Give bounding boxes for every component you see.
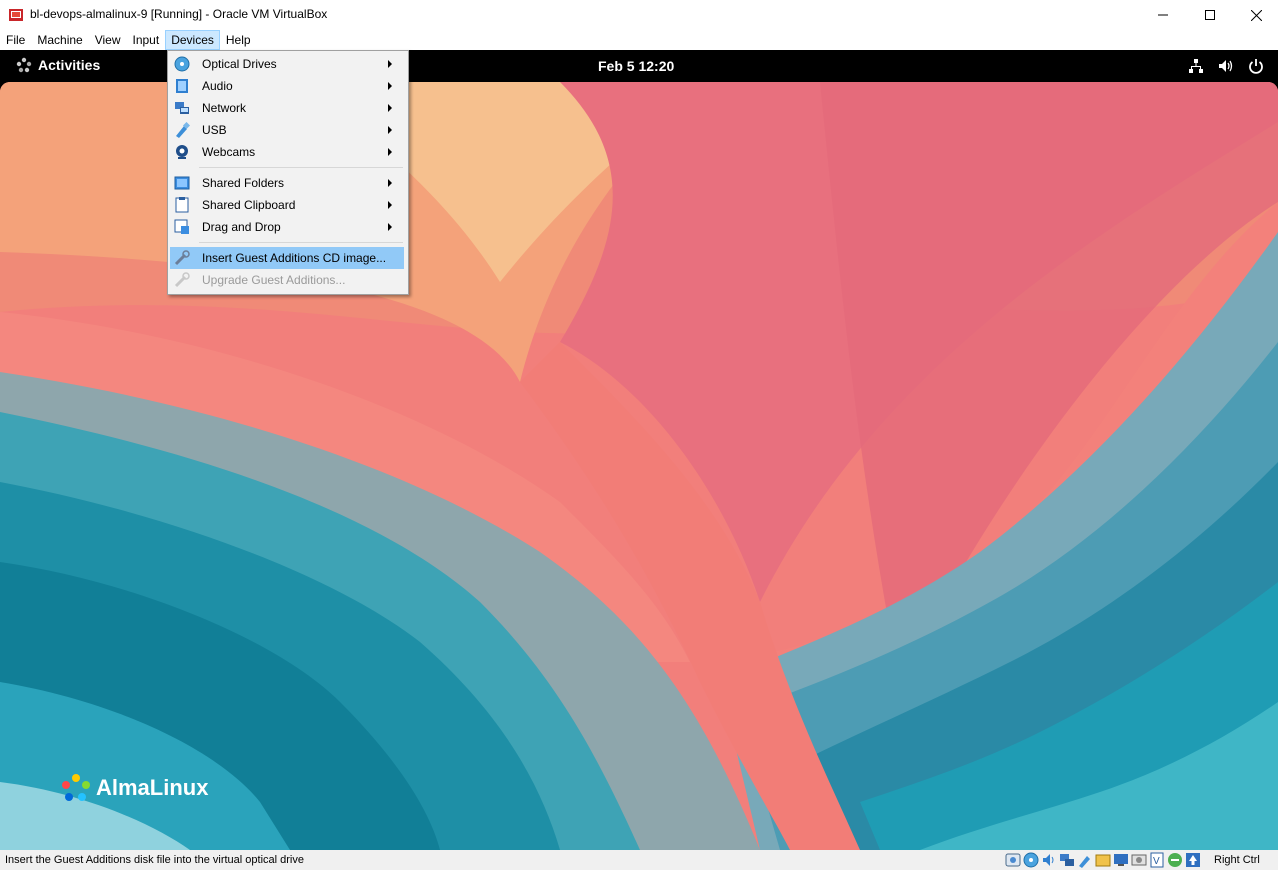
optical-disc-icon: [174, 56, 190, 72]
menu-item-shared-folders[interactable]: Shared Folders: [170, 172, 404, 194]
menu-item-label: USB: [202, 123, 227, 137]
menu-item-network[interactable]: Network: [170, 97, 404, 119]
menu-item-upgrade-guest-additions: Upgrade Guest Additions...: [170, 269, 404, 291]
network-wired-icon: [1189, 59, 1203, 73]
menu-item-label: Insert Guest Additions CD image...: [202, 251, 387, 265]
usb-icon: [176, 122, 190, 138]
submenu-arrow-icon: [388, 201, 392, 209]
menu-devices[interactable]: Devices: [165, 30, 220, 50]
almalinux-logo-icon: [16, 57, 32, 73]
shared-folders-icon[interactable]: [1095, 852, 1111, 868]
close-button[interactable]: [1233, 0, 1278, 30]
menu-item-label: Network: [202, 101, 247, 115]
menu-input[interactable]: Input: [127, 30, 166, 50]
audio-icon[interactable]: [1041, 852, 1057, 868]
menu-item-label: Shared Folders: [202, 176, 285, 190]
menu-help[interactable]: Help: [220, 30, 257, 50]
hard-disk-icon[interactable]: [1005, 852, 1021, 868]
almalinux-brand: AlmaLinux: [60, 772, 208, 804]
guest-additions-icon: [174, 250, 190, 266]
menu-file[interactable]: File: [0, 30, 31, 50]
window-titlebar: bl-devops-almalinux-9 [Running] - Oracle…: [0, 0, 1278, 30]
minimize-icon: [1158, 14, 1168, 16]
activities-label: Activities: [38, 57, 101, 73]
video-capture-icon[interactable]: [1131, 852, 1147, 868]
menu-bar: File Machine View Input Devices Help: [0, 30, 1278, 50]
webcam-icon: [176, 145, 188, 159]
clock[interactable]: Feb 5 12:20: [598, 58, 674, 74]
status-indicators: V: [1005, 852, 1201, 868]
menu-item-audio[interactable]: Audio: [170, 75, 404, 97]
menu-item-insert-guest-additions[interactable]: Insert Guest Additions CD image...: [170, 247, 404, 269]
power-icon: [1249, 59, 1263, 74]
menu-item-label: Audio: [202, 79, 233, 93]
volume-icon: [1219, 60, 1233, 72]
audio-icon: [176, 79, 188, 93]
mouse-integration-icon[interactable]: [1167, 852, 1183, 868]
network-icon: [175, 102, 189, 114]
submenu-arrow-icon: [388, 179, 392, 187]
virtualization-icon[interactable]: V: [1149, 852, 1165, 868]
host-key-arrow-icon[interactable]: [1185, 852, 1201, 868]
menu-item-usb[interactable]: USB: [170, 119, 404, 141]
submenu-arrow-icon: [388, 60, 392, 68]
submenu-arrow-icon: [388, 148, 392, 156]
menu-item-drag-and-drop[interactable]: Drag and Drop: [170, 216, 404, 238]
submenu-arrow-icon: [388, 82, 392, 90]
almalinux-logo-icon: [62, 774, 90, 801]
submenu-arrow-icon: [388, 223, 392, 231]
display-icon[interactable]: [1113, 852, 1129, 868]
menu-item-shared-clipboard[interactable]: Shared Clipboard: [170, 194, 404, 216]
window-title: bl-devops-almalinux-9 [Running] - Oracle…: [30, 7, 328, 21]
network-icon[interactable]: [1059, 852, 1075, 868]
menu-item-label: Drag and Drop: [202, 220, 281, 234]
system-tray[interactable]: [1188, 58, 1264, 74]
menu-view[interactable]: View: [89, 30, 127, 50]
activities-button[interactable]: Activities: [16, 57, 100, 73]
menu-item-webcams[interactable]: Webcams: [170, 141, 404, 163]
status-message: Insert the Guest Additions disk file int…: [5, 854, 304, 866]
menu-item-label: Upgrade Guest Additions...: [202, 273, 346, 287]
clipboard-icon: [175, 197, 189, 213]
devices-dropdown-menu: Optical Drives Audio Network USB Webcams…: [167, 50, 409, 295]
submenu-arrow-icon: [388, 126, 392, 134]
menu-separator: [199, 242, 403, 243]
maximize-button[interactable]: [1187, 0, 1233, 30]
usb-icon[interactable]: [1077, 852, 1093, 868]
close-icon: [1250, 9, 1262, 21]
submenu-arrow-icon: [388, 104, 392, 112]
menu-machine[interactable]: Machine: [31, 30, 88, 50]
menu-item-label: Optical Drives: [202, 57, 277, 71]
shared-folder-icon: [174, 176, 190, 190]
upgrade-icon: [174, 272, 190, 288]
brand-text: AlmaLinux: [96, 775, 209, 800]
menu-item-label: Shared Clipboard: [202, 198, 296, 212]
status-bar: Insert the Guest Additions disk file int…: [0, 850, 1278, 870]
menu-item-optical-drives[interactable]: Optical Drives: [170, 53, 404, 75]
menu-item-label: Webcams: [202, 145, 256, 159]
maximize-icon: [1205, 10, 1215, 20]
optical-drive-icon[interactable]: [1023, 852, 1039, 868]
menu-separator: [199, 167, 403, 168]
virtualbox-icon: [9, 9, 23, 21]
drag-drop-icon: [174, 219, 189, 234]
minimize-button[interactable]: [1140, 0, 1186, 30]
svg-text:V: V: [1153, 856, 1160, 867]
host-key-label: Right Ctrl: [1214, 854, 1260, 866]
